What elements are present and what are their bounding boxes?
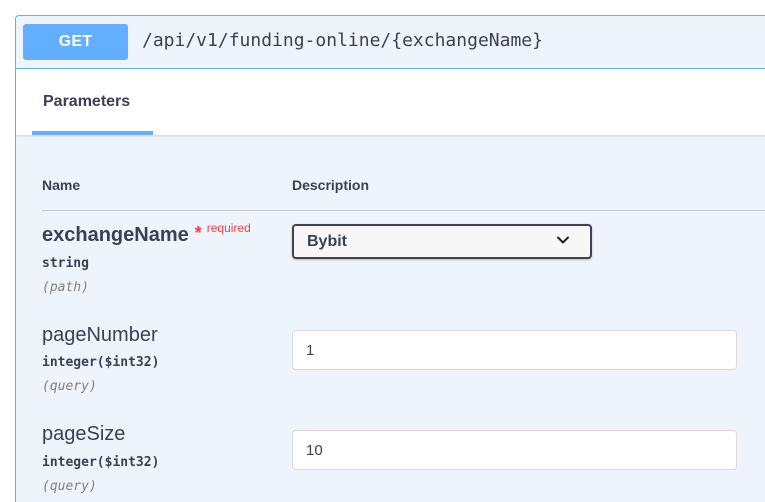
param-location-pagenumber: (query) bbox=[42, 379, 97, 394]
operation-block: GET /api/v1/funding-online/{exchangeName… bbox=[15, 15, 765, 502]
exchangename-select-value: Bybit bbox=[307, 233, 347, 250]
tab-active-indicator bbox=[32, 131, 153, 135]
param-name-text: exchangeName bbox=[42, 224, 189, 246]
required-label: required bbox=[206, 221, 251, 235]
param-type-pagenumber: integer($int32) bbox=[42, 355, 160, 370]
param-name-exchangename: exchangeName * required bbox=[42, 221, 251, 247]
tab-parameters-label: Parameters bbox=[43, 93, 131, 110]
param-location-exchangename: (path) bbox=[42, 280, 89, 295]
exchangename-select[interactable]: Bybit bbox=[292, 224, 592, 259]
param-location-pagesize: (query) bbox=[42, 479, 97, 494]
operation-summary[interactable]: GET /api/v1/funding-online/{exchangeName… bbox=[16, 16, 765, 69]
param-name-pagesize: pageSize bbox=[42, 423, 126, 445]
pagesize-input[interactable] bbox=[292, 430, 737, 470]
required-star: * bbox=[194, 223, 202, 243]
param-type-pagesize: integer($int32) bbox=[42, 455, 160, 470]
endpoint-path[interactable]: /api/v1/funding-online/{exchangeName} bbox=[142, 30, 543, 51]
name-column-header: Name bbox=[42, 177, 81, 193]
description-column-header: Description bbox=[292, 177, 370, 193]
tab-parameters[interactable]: Parameters bbox=[32, 69, 153, 135]
pagenumber-input[interactable] bbox=[292, 330, 737, 370]
param-type-exchangename: string bbox=[42, 256, 89, 271]
tabs-header: Parameters bbox=[16, 69, 765, 135]
chevron-down-icon bbox=[557, 236, 569, 244]
param-name-pagenumber: pageNumber bbox=[42, 324, 158, 346]
method-badge[interactable]: GET bbox=[23, 24, 128, 60]
header-divider bbox=[42, 210, 765, 211]
page: GET /api/v1/funding-online/{exchangeName… bbox=[0, 0, 765, 502]
